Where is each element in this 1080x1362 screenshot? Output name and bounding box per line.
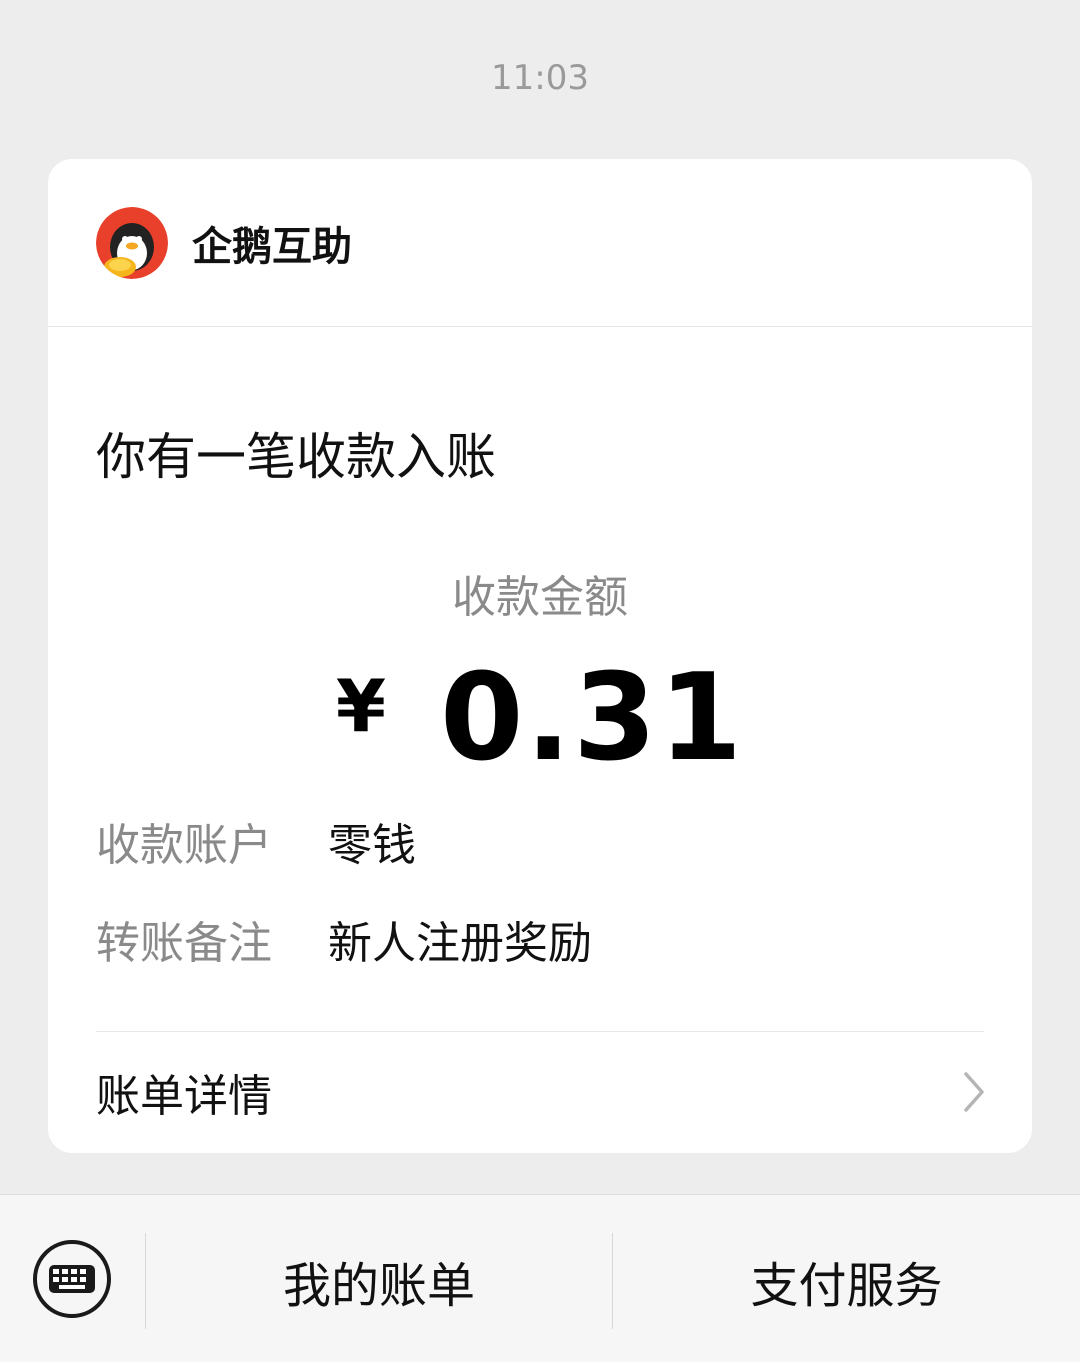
- message-timestamp: 11:03: [491, 58, 589, 98]
- receiving-account-row: 收款账户 零钱: [96, 809, 416, 873]
- currency-symbol: ¥: [335, 664, 387, 748]
- my-bills-menu[interactable]: 我的账单: [146, 1233, 612, 1329]
- payment-notification-card[interactable]: 企鹅互助 你有一笔收款入账 收款金额 ¥0.31 收款账户 零钱 转账备注 新人…: [48, 159, 1032, 1153]
- penguin-logo-icon: [96, 206, 168, 279]
- bottom-menu-bar: 我的账单 支付服务: [0, 1194, 1080, 1362]
- sender-name: 企鹅互助: [192, 223, 352, 270]
- amount-label: 收款金额: [452, 572, 628, 623]
- bill-details-link[interactable]: 账单详情: [96, 1031, 988, 1153]
- transfer-note-label: 转账备注: [96, 918, 272, 969]
- receiving-account-label: 收款账户: [96, 820, 272, 871]
- keyboard-icon[interactable]: [32, 1239, 112, 1319]
- bill-details-label: 账单详情: [96, 1071, 272, 1122]
- payment-services-menu[interactable]: 支付服务: [613, 1233, 1080, 1329]
- card-header[interactable]: 企鹅互助: [48, 159, 1032, 327]
- transfer-note-row: 转账备注 新人注册奖励: [96, 907, 592, 971]
- amount-display: ¥0.31: [48, 649, 1032, 788]
- amount-value: 0.31: [440, 649, 745, 788]
- chevron-right-icon: [964, 1072, 984, 1112]
- transfer-note-value: 新人注册奖励: [328, 918, 592, 969]
- receiving-account-value: 零钱: [328, 820, 416, 871]
- notification-headline: 你有一笔收款入账: [96, 428, 496, 486]
